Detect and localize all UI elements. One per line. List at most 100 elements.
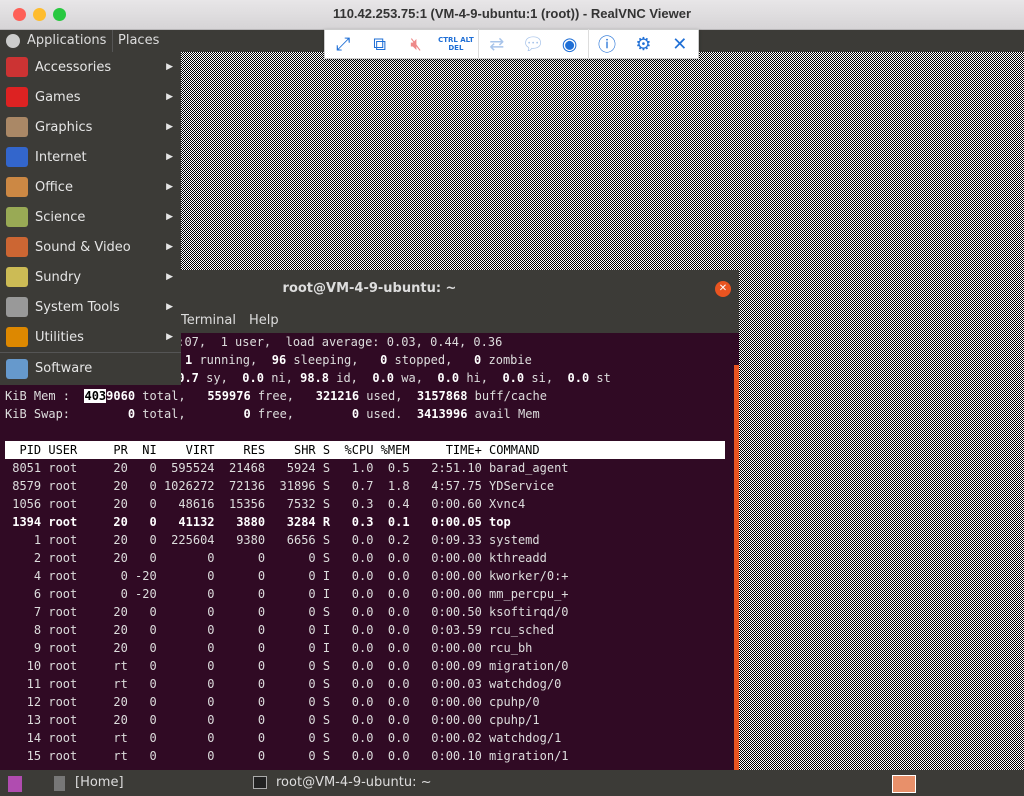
menu-item-label: Sundry: [35, 269, 82, 285]
menu-item-accessories[interactable]: Accessories ▶: [0, 52, 181, 82]
divider: [112, 30, 113, 52]
process-row: 1056 root 20 0 48616 15356 7532 S 0.3 0.…: [5, 497, 526, 511]
category-icon: [6, 358, 28, 379]
scale-icon[interactable]: ⧉: [361, 29, 397, 59]
submenu-arrow-icon: ▶: [166, 92, 173, 102]
terminal-icon: [253, 776, 267, 789]
process-row: 1394 root 20 0 41132 3880 3284 R 0.3 0.1…: [5, 515, 511, 529]
category-icon: [6, 57, 28, 77]
uptime-line: 0:07, 1 user, load average: 0.03, 0.44, …: [170, 335, 503, 349]
places-menu[interactable]: Places: [118, 33, 159, 48]
category-icon: [6, 87, 28, 107]
submenu-arrow-icon: ▶: [166, 302, 173, 312]
menu-item-software[interactable]: Software: [0, 352, 181, 384]
process-table-header: PID USER PR NI VIRT RES SHR S %CPU %MEM …: [5, 441, 728, 459]
mute-icon[interactable]: 🔇︎: [398, 29, 434, 59]
swap-line: KiB Swap: 0 total, 0 free, 0 used. 34139…: [5, 407, 540, 421]
menu-item-utilities[interactable]: Utilities ▶: [0, 322, 181, 352]
process-row: 8 root 20 0 0 0 0 I 0.0 0.0 0:03.59 rcu_…: [5, 623, 555, 637]
menu-item-internet[interactable]: Internet ▶: [0, 142, 181, 172]
menu-item-system-tools[interactable]: System Tools ▶: [0, 292, 181, 322]
applications-dropdown: Accessories ▶ Games ▶ Graphics ▶ Internet ▶ Offi…: [0, 52, 181, 385]
menu-item-label: Science: [35, 209, 86, 225]
terminal-close-button[interactable]: ✕: [715, 281, 731, 297]
process-row: 2 root 20 0 0 0 0 S 0.0 0.0 0:00.00 kthr…: [5, 551, 547, 565]
process-row: 8579 root 20 0 1026272 72136 31896 S 0.7…: [5, 479, 555, 493]
menu-item-label: Graphics: [35, 119, 93, 135]
menu-item-sundry[interactable]: Sundry ▶: [0, 262, 181, 292]
category-icon: [6, 237, 28, 257]
process-row: 15 root rt 0 0 0 0 S 0.0 0.0 0:00.10 mig…: [5, 749, 569, 763]
menu-item-graphics[interactable]: Graphics ▶: [0, 112, 181, 142]
menu-item-label: Software: [35, 361, 93, 376]
chat-icon[interactable]: 💬︎: [515, 29, 551, 59]
taskbar-home[interactable]: [Home]: [75, 775, 124, 790]
file-transfer-icon[interactable]: ⇄: [479, 29, 515, 59]
submenu-arrow-icon: ▶: [166, 182, 173, 192]
mem-line: KiB Mem : 4039060 total, 559976 free, 32…: [5, 389, 547, 403]
show-desktop-icon[interactable]: [8, 776, 22, 792]
category-icon: [6, 177, 28, 197]
menu-terminal[interactable]: Terminal: [181, 308, 236, 333]
window-title: 110.42.253.75:1 (VM-4-9-ubuntu:1 (root))…: [332, 6, 692, 21]
record-icon[interactable]: ◉: [551, 29, 587, 59]
process-row: 11 root rt 0 0 0 0 S 0.0 0.0 0:00.03 wat…: [5, 677, 562, 691]
workspace-switcher[interactable]: [892, 775, 916, 793]
process-row: 10 root rt 0 0 0 0 S 0.0 0.0 0:00.09 mig…: [5, 659, 569, 673]
category-icon: [6, 267, 28, 287]
menu-item-label: Internet: [35, 149, 87, 165]
menu-item-label: Sound & Video: [35, 239, 131, 255]
menu-item-science[interactable]: Science ▶: [0, 202, 181, 232]
submenu-arrow-icon: ▶: [166, 212, 173, 222]
category-icon: [6, 207, 28, 227]
process-row: 13 root 20 0 0 0 0 S 0.0 0.0 0:00.00 cpu…: [5, 713, 540, 727]
submenu-arrow-icon: ▶: [166, 332, 173, 342]
menu-item-label: Utilities: [35, 329, 84, 345]
terminal-screen[interactable]: 0:07, 1 user, load average: 0.03, 0.44, …: [0, 333, 734, 770]
menu-help[interactable]: Help: [249, 308, 279, 333]
taskbar: [Home] root@VM-4-9-ubuntu: ~: [0, 770, 1024, 796]
minimize-window-button[interactable]: [33, 8, 46, 21]
process-row: 4 root 0 -20 0 0 0 I 0.0 0.0 0:00.00 kwo…: [5, 569, 569, 583]
submenu-arrow-icon: ▶: [166, 62, 173, 72]
cpu-line: .0.7 sy, 0.0 ni, 98.8 id, 0.0 wa, 0.0 hi…: [170, 371, 611, 385]
submenu-arrow-icon: ▶: [166, 272, 173, 282]
category-icon: [6, 327, 28, 347]
menu-item-office[interactable]: Office ▶: [0, 172, 181, 202]
menu-item-label: Office: [35, 179, 73, 195]
menu-item-label: Games: [35, 89, 81, 105]
close-window-button[interactable]: [13, 8, 26, 21]
process-row: 6 root 0 -20 0 0 0 I 0.0 0.0 0:00.00 mm_…: [5, 587, 569, 601]
file-manager-icon: [54, 776, 65, 791]
applications-menu[interactable]: Applications: [27, 33, 106, 48]
menu-item-games[interactable]: Games ▶: [0, 82, 181, 112]
menu-item-label: Accessories: [35, 59, 112, 75]
terminal-title: root@VM-4-9-ubuntu: ~: [282, 281, 457, 296]
ctrl-alt-del-icon[interactable]: CTRL ALT DEL: [434, 29, 477, 59]
zoom-window-button[interactable]: [53, 8, 66, 21]
terminal-scrollbar[interactable]: [734, 365, 739, 770]
ubuntu-logo-icon: [6, 34, 20, 48]
window-titlebar: 110.42.253.75:1 (VM-4-9-ubuntu:1 (root))…: [0, 0, 1024, 30]
category-icon: [6, 147, 28, 167]
info-icon[interactable]: ⓘ: [589, 29, 625, 59]
submenu-arrow-icon: ▶: [166, 242, 173, 252]
submenu-arrow-icon: ▶: [166, 152, 173, 162]
fullscreen-icon[interactable]: ⤢: [325, 29, 361, 59]
submenu-arrow-icon: ▶: [166, 122, 173, 132]
category-icon: [6, 117, 28, 137]
taskbar-terminal[interactable]: root@VM-4-9-ubuntu: ~: [276, 775, 432, 790]
menu-item-sound-video[interactable]: Sound & Video ▶: [0, 232, 181, 262]
menu-item-label: System Tools: [35, 299, 120, 315]
category-icon: [6, 297, 28, 317]
close-icon[interactable]: ✕: [662, 29, 698, 59]
tasks-line: 1 running, 96 sleeping, 0 stopped, 0 zom…: [185, 353, 532, 367]
vnc-toolbar: ⤢ ⧉ 🔇︎ CTRL ALT DEL ⇄ 💬︎ ◉ ⓘ ⚙ ✕: [324, 29, 699, 59]
process-row: 1 root 20 0 225604 9380 6656 S 0.0 0.2 0…: [5, 533, 540, 547]
process-row: 14 root rt 0 0 0 0 S 0.0 0.0 0:00.02 wat…: [5, 731, 562, 745]
process-row: 12 root 20 0 0 0 0 S 0.0 0.0 0:00.00 cpu…: [5, 695, 540, 709]
process-row: 9 root 20 0 0 0 0 I 0.0 0.0 0:00.00 rcu_…: [5, 641, 533, 655]
process-row: 7 root 20 0 0 0 0 S 0.0 0.0 0:00.50 ksof…: [5, 605, 569, 619]
process-row: 8051 root 20 0 595524 21468 5924 S 1.0 0…: [5, 461, 569, 475]
settings-icon[interactable]: ⚙: [625, 29, 661, 59]
